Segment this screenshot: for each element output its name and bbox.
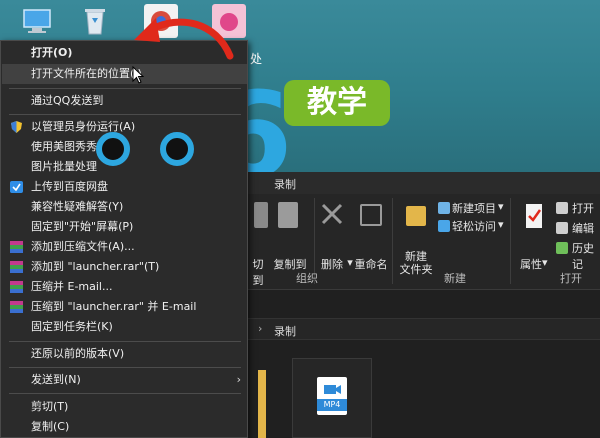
- new-folder-icon[interactable]: [406, 206, 426, 226]
- winrar-icon: [10, 261, 23, 273]
- menu-item-send-to[interactable]: 发送到(N) ›: [2, 370, 247, 390]
- easy-access-dropdown-icon[interactable]: ▾: [498, 218, 504, 231]
- menu-separator: [9, 341, 241, 342]
- menu-item-run-as-admin[interactable]: 以管理员身份运行(A): [2, 117, 247, 137]
- menu-item-restore-previous[interactable]: 还原以前的版本(V): [2, 344, 247, 364]
- new-folder-button[interactable]: 新建 文件夹: [394, 250, 438, 276]
- computer-icon[interactable]: [20, 4, 54, 38]
- ribbon-separator: [510, 198, 511, 284]
- delete-button[interactable]: 删除: [316, 256, 348, 272]
- open-button[interactable]: 打开: [572, 200, 594, 216]
- menu-item-copy[interactable]: 复制(C): [2, 417, 247, 437]
- menu-separator: [9, 88, 241, 89]
- properties-dropdown-icon[interactable]: ▾: [542, 256, 548, 269]
- menu-item-compress-launcher-email[interactable]: 压缩到 "launcher.rar" 并 E-mail: [2, 297, 247, 317]
- annotation-arrow-icon: [134, 18, 234, 60]
- menu-separator: [9, 114, 241, 115]
- menu-separator: [9, 367, 241, 368]
- menu-item-add-to-archive[interactable]: 添加到压缩文件(A)...: [2, 237, 247, 257]
- group-label-organize: 组织: [296, 272, 318, 285]
- cut-icon: [254, 202, 268, 228]
- file-tile-mp4[interactable]: MP4: [292, 358, 372, 438]
- file-type-badge: MP4: [317, 399, 347, 411]
- recycle-bin-icon[interactable]: [78, 4, 112, 38]
- menu-item-open-file-location[interactable]: 打开文件所在的位置(I): [2, 64, 247, 84]
- menu-item-upload-baidu[interactable]: 上传到百度网盘: [2, 177, 247, 197]
- breadcrumb[interactable]: 录制: [274, 323, 296, 339]
- properties-icon[interactable]: [524, 202, 544, 230]
- video-file-icon: MP4: [317, 377, 347, 415]
- copy-to-icon[interactable]: [278, 202, 298, 228]
- group-label-open: 打开: [560, 272, 582, 285]
- new-item-icon: [438, 202, 450, 214]
- ribbon-separator: [392, 198, 393, 284]
- watermark-badge: 教学: [284, 80, 390, 126]
- history-button[interactable]: 历史记: [572, 240, 600, 272]
- winrar-icon: [10, 301, 23, 313]
- rename-icon[interactable]: [360, 204, 382, 226]
- easy-access-button[interactable]: 轻松访问: [452, 218, 496, 234]
- winrar-icon: [10, 281, 23, 293]
- camera-icon: [324, 385, 341, 394]
- edit-icon: [556, 222, 568, 234]
- chevron-right-icon: ›: [236, 373, 241, 386]
- new-item-button[interactable]: 新建项目: [452, 200, 496, 216]
- menu-item-cut[interactable]: 剪切(T): [2, 397, 247, 417]
- ribbon-toolbar: 切到 复制到 删除 ▾ 重命名 组织 新建 文件夹 新建项目 ▾ 轻松访问 ▾ …: [248, 194, 600, 290]
- mouse-cursor-icon: [132, 66, 144, 84]
- delete-icon[interactable]: [320, 202, 344, 228]
- history-icon: [556, 242, 568, 254]
- menu-item-pin-to-start[interactable]: 固定到"开始"屏幕(P): [2, 217, 247, 237]
- edit-button[interactable]: 编辑: [572, 220, 594, 236]
- menu-item-pin-to-taskbar[interactable]: 固定到任务栏(K): [2, 317, 247, 337]
- menu-item-compress-email[interactable]: 压缩并 E-mail...: [2, 277, 247, 297]
- open-icon: [556, 202, 568, 214]
- watermark-eye-left: [96, 132, 130, 166]
- cut-to-label[interactable]: 切到: [248, 256, 268, 288]
- winrar-icon: [10, 241, 23, 253]
- menu-item-send-via-qq[interactable]: 通过QQ发送到: [2, 91, 247, 111]
- watermark-eye-right: [160, 132, 194, 166]
- menu-item-compat-troubleshoot[interactable]: 兼容性疑难解答(Y): [2, 197, 247, 217]
- easy-access-icon: [438, 220, 450, 232]
- menu-separator: [9, 393, 241, 394]
- rename-button[interactable]: 重命名: [352, 256, 390, 272]
- address-bar[interactable]: › 录制: [248, 318, 600, 340]
- window-title: 录制: [274, 178, 296, 191]
- shield-icon: [11, 121, 22, 133]
- chevron-right-icon: ›: [258, 322, 263, 335]
- file-explorer-window: 录制 切到 复制到 删除 ▾ 重命名 组织 新建 文件夹 新建项目 ▾ 轻松访问…: [248, 172, 600, 438]
- group-label-new: 新建: [444, 272, 466, 285]
- folder-tile-partial[interactable]: [258, 370, 266, 438]
- title-bar: 录制: [248, 172, 600, 194]
- new-item-dropdown-icon[interactable]: ▾: [498, 200, 504, 213]
- context-menu: 打开(O) 打开文件所在的位置(I) 通过QQ发送到 以管理员身份运行(A) 使…: [0, 40, 248, 438]
- menu-item-add-to-launcher-rar[interactable]: 添加到 "launcher.rar"(T): [2, 257, 247, 277]
- baidu-cloud-icon: [10, 181, 23, 193]
